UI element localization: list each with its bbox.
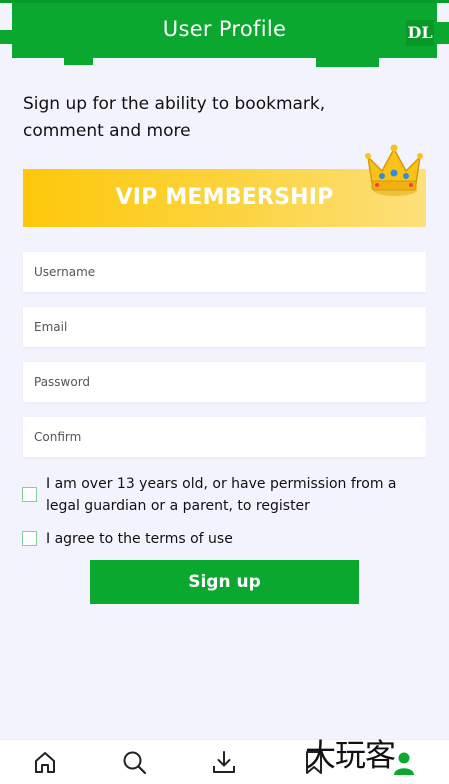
password-input[interactable]	[23, 362, 426, 402]
terms-checkbox[interactable]	[22, 531, 37, 546]
watermark: 大玩客	[305, 738, 396, 774]
terms-row: I agree to the terms of use	[22, 528, 422, 550]
confirm-password-input[interactable]	[23, 417, 426, 457]
logo-badge[interactable]: DL	[406, 20, 434, 46]
age-consent-checkbox[interactable]	[22, 487, 37, 502]
age-consent-label: I am over 13 years old, or have permissi…	[46, 476, 397, 514]
page-title: User Profile	[162, 17, 287, 41]
crown-icon	[365, 144, 423, 196]
terms-label: I agree to the terms of use	[46, 531, 233, 547]
header-decoration-tab	[316, 56, 379, 67]
header: User Profile DL	[0, 0, 449, 67]
email-input[interactable]	[23, 307, 426, 347]
header-decoration-tab	[64, 56, 93, 65]
download-icon[interactable]	[210, 748, 238, 776]
username-input[interactable]	[23, 252, 426, 292]
signup-intro-text: Sign up for the ability to bookmark, com…	[23, 94, 326, 141]
home-icon[interactable]	[31, 748, 59, 776]
search-icon[interactable]	[120, 748, 148, 776]
signup-button[interactable]: Sign up	[90, 560, 359, 604]
age-consent-row: I am over 13 years old, or have permissi…	[22, 473, 422, 517]
